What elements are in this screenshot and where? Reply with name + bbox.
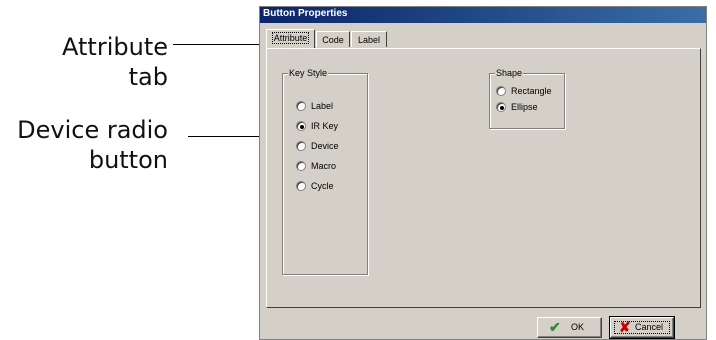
key-style-group: Key Style Label IR Key Device Macro Cycl… <box>282 67 368 275</box>
radio-cycle-indicator[interactable] <box>296 181 306 191</box>
cancel-button-label: Cancel <box>635 322 664 332</box>
callout-device-radio: Device radio button <box>0 115 168 175</box>
radio-ir-key-indicator[interactable] <box>296 121 306 131</box>
radio-macro-indicator[interactable] <box>296 161 306 171</box>
ok-button-label: OK <box>571 322 585 332</box>
radio-macro-text: Macro <box>311 161 337 171</box>
callout-device-radio-line1: Device radio <box>17 116 168 144</box>
radio-ellipse-text: Ellipse <box>511 102 538 112</box>
callout-attribute-tab-line1: Attribute <box>62 33 168 61</box>
attribute-tab-panel: Key Style Label IR Key Device Macro Cycl… <box>266 48 701 308</box>
callout-device-radio-line2: button <box>88 146 168 174</box>
radio-ellipse-indicator[interactable] <box>496 102 506 112</box>
radio-rectangle-indicator[interactable] <box>496 86 506 96</box>
radio-ir-key-text: IR Key <box>311 121 339 131</box>
tab-attribute[interactable]: Attribute <box>266 29 315 48</box>
checkmark-icon: ✔ <box>549 319 561 335</box>
radio-device-indicator[interactable] <box>296 141 306 151</box>
shape-legend: Shape <box>495 67 524 79</box>
callout-attribute-tab-line2: tab <box>128 63 168 91</box>
dialog-title: Button Properties <box>263 8 348 19</box>
radio-cycle-text: Cycle <box>311 181 334 191</box>
radio-device-text: Device <box>311 141 339 151</box>
x-icon: ✘ <box>619 319 631 335</box>
radio-label-text: Label <box>311 101 334 111</box>
tab-label-label: Label <box>357 35 381 45</box>
tab-code-label: Code <box>322 35 344 45</box>
radio-label-indicator[interactable] <box>296 101 306 111</box>
callout-attribute-tab: Attribute tab <box>30 32 168 92</box>
tab-attribute-label: Attribute <box>271 32 310 44</box>
ok-button[interactable]: ✔ OK <box>537 317 602 338</box>
shape-group: Shape Rectangle Ellipse <box>489 67 565 129</box>
cancel-button[interactable]: ✘ Cancel <box>609 316 675 339</box>
tab-code[interactable]: Code <box>316 31 350 47</box>
radio-rectangle-text: Rectangle <box>511 86 552 96</box>
button-properties-dialog: Button Properties Attribute Code Label K… <box>259 6 707 340</box>
key-style-legend: Key Style <box>288 67 329 79</box>
title-bar[interactable]: Button Properties <box>260 7 706 23</box>
tab-label[interactable]: Label <box>351 31 387 47</box>
